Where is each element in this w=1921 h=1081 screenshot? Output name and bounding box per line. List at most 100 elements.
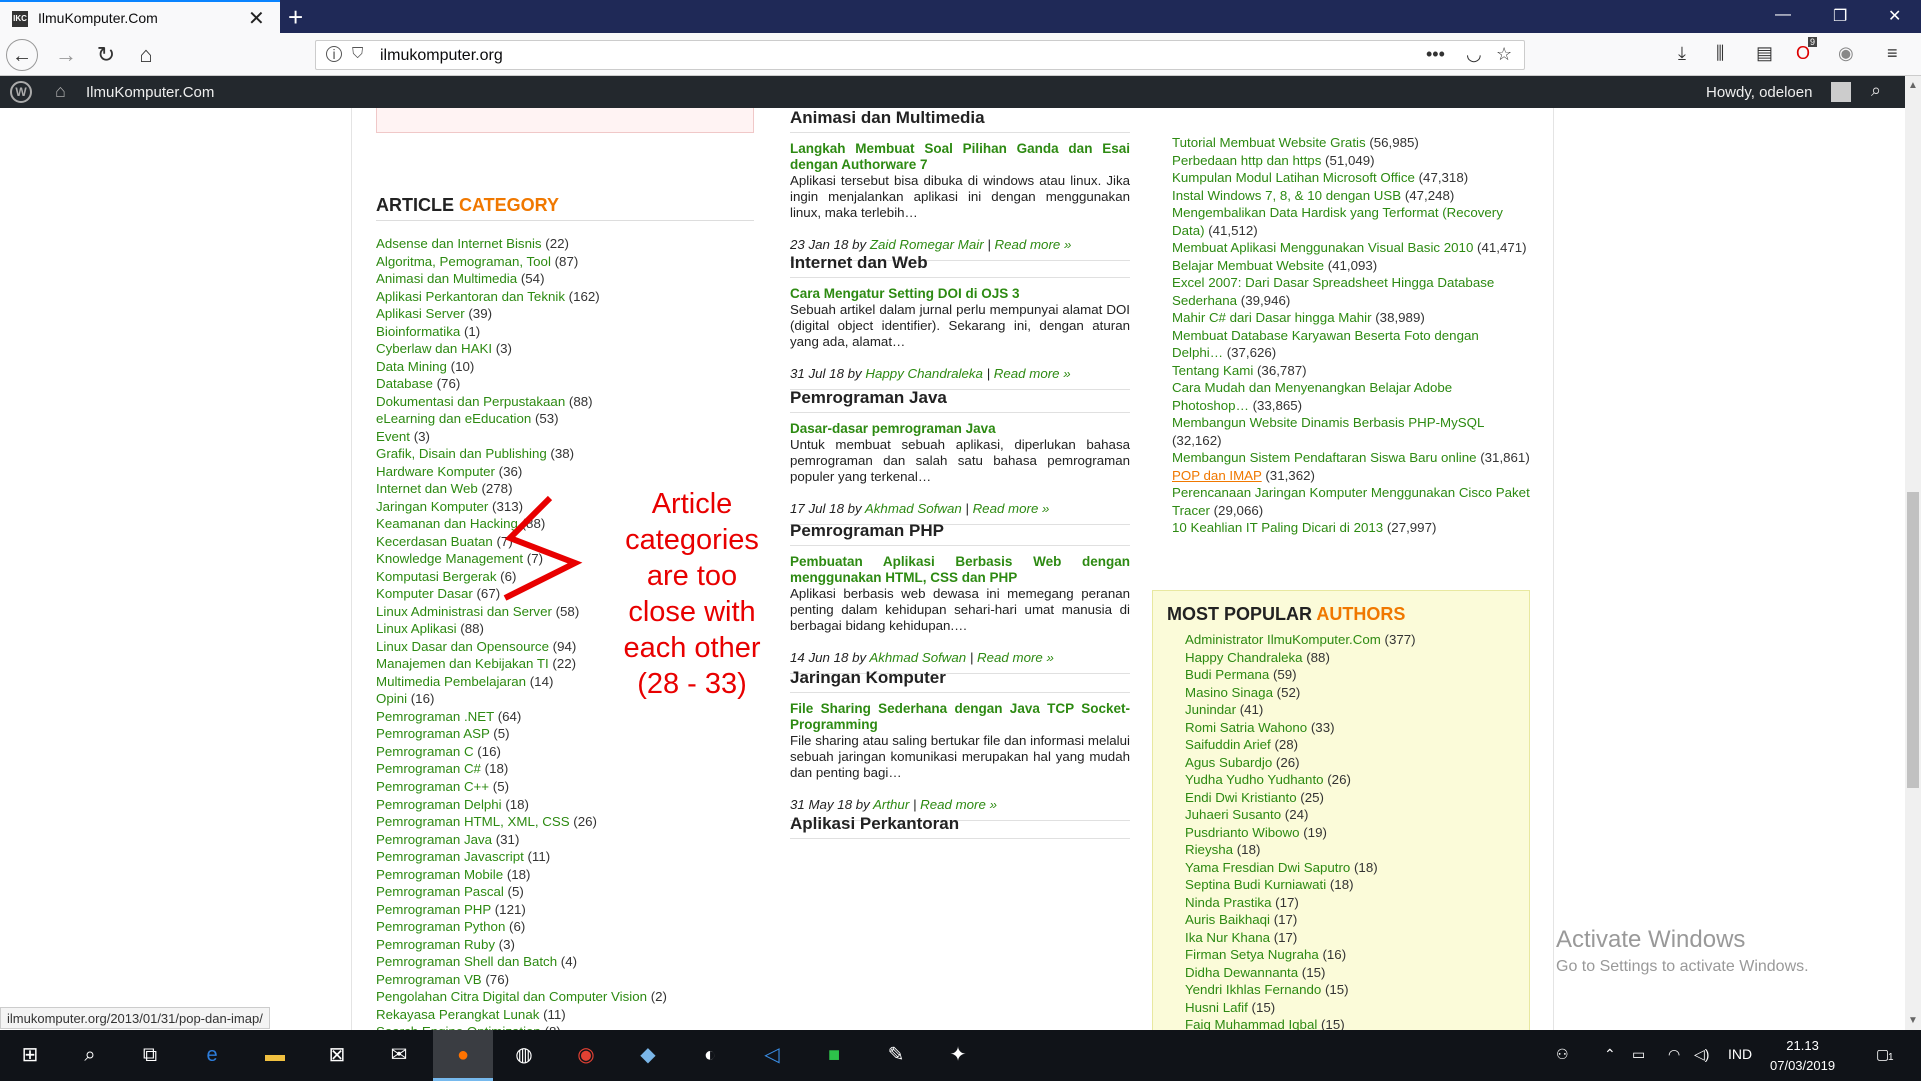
app-icon[interactable]: ◆ bbox=[632, 1039, 664, 1071]
paint-icon[interactable]: ✎ bbox=[880, 1039, 912, 1071]
category-link[interactable]: Pemrograman Mobile bbox=[376, 867, 503, 882]
post-author-link[interactable]: Arthur bbox=[873, 797, 909, 812]
category-link[interactable]: Pemrograman .NET bbox=[376, 709, 494, 724]
category-link[interactable]: Dokumentasi dan Perpustakaan bbox=[376, 394, 565, 409]
category-link[interactable]: Rekayasa Perangkat Lunak bbox=[376, 1007, 539, 1022]
category-link[interactable]: Pemrograman C++ bbox=[376, 779, 489, 794]
clock[interactable]: 21.13 07/03/2019 bbox=[1770, 1036, 1835, 1076]
url-bar[interactable]: i ⛉ ilmukomputer.org ••• ◡ ☆ bbox=[315, 40, 1525, 70]
category-link[interactable]: Komputer Dasar bbox=[376, 586, 473, 601]
home-icon[interactable]: ⌂ bbox=[130, 39, 162, 71]
category-link[interactable]: Jaringan Komputer bbox=[376, 499, 488, 514]
vscode-icon[interactable]: ◁ bbox=[756, 1039, 788, 1071]
category-link[interactable]: Cyberlaw dan HAKI bbox=[376, 341, 492, 356]
popular-post-link[interactable]: POP dan IMAP bbox=[1172, 468, 1262, 483]
category-link[interactable]: Opini bbox=[376, 691, 407, 706]
popular-post-link[interactable]: Tentang Kami bbox=[1172, 363, 1253, 378]
popular-post-link[interactable]: Membangun Sistem Pendaftaran Siswa Baru … bbox=[1172, 450, 1477, 465]
category-link[interactable]: Linux Dasar dan Opensource bbox=[376, 639, 549, 654]
read-more-link[interactable]: Read more » bbox=[973, 501, 1050, 516]
read-more-link[interactable]: Read more » bbox=[994, 237, 1071, 252]
author-link[interactable]: Happy Chandraleka bbox=[1185, 650, 1303, 665]
author-link[interactable]: Rieysha bbox=[1185, 842, 1233, 857]
menu-icon[interactable]: ≡ bbox=[1887, 43, 1898, 64]
category-link[interactable]: Pemrograman HTML, XML, CSS bbox=[376, 814, 570, 829]
firefox-icon[interactable]: ● bbox=[433, 1030, 493, 1081]
popular-post-link[interactable]: Cara Mudah dan Menyenangkan Belajar Adob… bbox=[1172, 380, 1452, 413]
category-link[interactable]: Pemrograman Ruby bbox=[376, 937, 495, 952]
post-title-link[interactable]: Dasar-dasar pemrograman Java bbox=[790, 421, 1130, 437]
post-title-link[interactable]: File Sharing Sederhana dengan Java TCP S… bbox=[790, 701, 1130, 733]
author-link[interactable]: Agus Subardjo bbox=[1185, 755, 1272, 770]
back-arrow-icon[interactable]: ← bbox=[6, 39, 38, 71]
category-link[interactable]: Database bbox=[376, 376, 433, 391]
popular-post-link[interactable]: Excel 2007: Dari Dasar Spreadsheet Hingg… bbox=[1172, 275, 1494, 308]
author-link[interactable]: Pusdrianto Wibowo bbox=[1185, 825, 1300, 840]
scroll-up-icon[interactable]: ▲ bbox=[1908, 80, 1918, 91]
mail-icon[interactable]: ✉ bbox=[383, 1039, 415, 1071]
search-icon[interactable]: ⌕ bbox=[74, 1039, 106, 1071]
category-link[interactable]: Bioinformatika bbox=[376, 324, 460, 339]
scroll-down-icon[interactable]: ▼ bbox=[1908, 1015, 1918, 1026]
page-actions-icon[interactable]: ••• bbox=[1426, 44, 1445, 65]
popular-post-link[interactable]: 10 Keahlian IT Paling Dicari di 2013 bbox=[1172, 520, 1383, 535]
start-icon[interactable]: ⊞ bbox=[14, 1039, 46, 1071]
howdy-user[interactable]: Howdy, odeloen bbox=[1706, 84, 1812, 101]
category-link[interactable]: Hardware Komputer bbox=[376, 464, 495, 479]
popular-post-link[interactable]: Membangun Website Dinamis Berbasis PHP-M… bbox=[1172, 415, 1484, 430]
category-link[interactable]: Pemrograman Pascal bbox=[376, 884, 504, 899]
reload-icon[interactable]: ↻ bbox=[90, 39, 122, 71]
category-link[interactable]: Linux Aplikasi bbox=[376, 621, 457, 636]
store-icon[interactable]: ⊠ bbox=[321, 1039, 353, 1071]
popular-post-link[interactable]: Membuat Aplikasi Menggunakan Visual Basi… bbox=[1172, 240, 1473, 255]
library-icon[interactable]: ⫼ bbox=[1716, 43, 1724, 64]
url-text[interactable]: ilmukomputer.org bbox=[380, 47, 503, 65]
tracking-shield-icon[interactable]: ⛉ bbox=[352, 45, 363, 62]
author-link[interactable]: Faiq Muhammad Iqbal bbox=[1185, 1017, 1317, 1030]
post-title-link[interactable]: Pembuatan Aplikasi Berbasis Web dengan m… bbox=[790, 554, 1130, 586]
popular-post-link[interactable]: Perbedaan http dan https bbox=[1172, 153, 1321, 168]
tab-close-icon[interactable]: ✕ bbox=[248, 6, 265, 31]
category-link[interactable]: Pemrograman Javascript bbox=[376, 849, 524, 864]
line-icon[interactable]: ■ bbox=[818, 1039, 850, 1071]
browser-tab[interactable]: IKC IlmuKomputer.Com ✕ bbox=[0, 0, 280, 33]
input-language[interactable]: IND bbox=[1728, 1046, 1752, 1062]
site-name-link[interactable]: IlmuKomputer.Com bbox=[86, 84, 214, 101]
author-link[interactable]: Budi Permana bbox=[1185, 667, 1269, 682]
battery-icon[interactable]: ▭ bbox=[1632, 1046, 1645, 1063]
pocket-icon[interactable]: ◡ bbox=[1466, 44, 1482, 65]
sidebar-icon[interactable]: ▤ bbox=[1756, 43, 1773, 64]
category-link[interactable]: Pengolahan Citra Digital dan Computer Vi… bbox=[376, 989, 647, 1004]
category-link[interactable]: Data Mining bbox=[376, 359, 447, 374]
dashboard-icon[interactable]: ⌂ bbox=[55, 81, 66, 102]
author-link[interactable]: Masino Sinaga bbox=[1185, 685, 1273, 700]
category-link[interactable]: Event bbox=[376, 429, 410, 444]
popular-post-link[interactable]: Belajar Membuat Website bbox=[1172, 258, 1324, 273]
category-link[interactable]: Aplikasi Server bbox=[376, 306, 465, 321]
popular-post-link[interactable]: Instal Windows 7, 8, & 10 dengan USB bbox=[1172, 188, 1401, 203]
globe-icon[interactable]: ◉ bbox=[1838, 43, 1854, 64]
category-link[interactable]: Pemrograman C bbox=[376, 744, 474, 759]
author-link[interactable]: Juhaeri Susanto bbox=[1185, 807, 1281, 822]
forward-arrow-icon[interactable]: → bbox=[50, 39, 82, 71]
category-link[interactable]: Grafik, Disain dan Publishing bbox=[376, 446, 547, 461]
author-link[interactable]: Yudha Yudho Yudhanto bbox=[1185, 772, 1324, 787]
category-link[interactable]: Internet dan Web bbox=[376, 481, 478, 496]
info-icon[interactable]: i bbox=[326, 46, 342, 62]
post-author-link[interactable]: Happy Chandraleka bbox=[865, 366, 983, 381]
category-link[interactable]: Pemrograman ASP bbox=[376, 726, 490, 741]
tray-arrow-icon[interactable]: ⌃ bbox=[1604, 1046, 1616, 1063]
category-link[interactable]: Pemrograman Shell dan Batch bbox=[376, 954, 557, 969]
file-explorer-icon[interactable]: ▬ bbox=[259, 1039, 291, 1071]
popular-post-link[interactable]: Tutorial Membuat Website Gratis bbox=[1172, 135, 1366, 150]
paint-3d-icon[interactable]: ✦ bbox=[942, 1039, 974, 1071]
category-link[interactable]: Multimedia Pembelajaran bbox=[376, 674, 526, 689]
author-link[interactable]: Septina Budi Kurniawati bbox=[1185, 877, 1326, 892]
author-link[interactable]: Saifuddin Arief bbox=[1185, 737, 1271, 752]
category-link[interactable]: Pemrograman PHP bbox=[376, 902, 491, 917]
search-icon[interactable]: ⌕ bbox=[1871, 80, 1881, 101]
github-icon[interactable]: ◐ bbox=[694, 1039, 726, 1071]
category-link[interactable]: Algoritma, Pemograman, Tool bbox=[376, 254, 551, 269]
new-tab-icon[interactable]: + bbox=[288, 2, 303, 33]
author-link[interactable]: Ika Nur Khana bbox=[1185, 930, 1270, 945]
